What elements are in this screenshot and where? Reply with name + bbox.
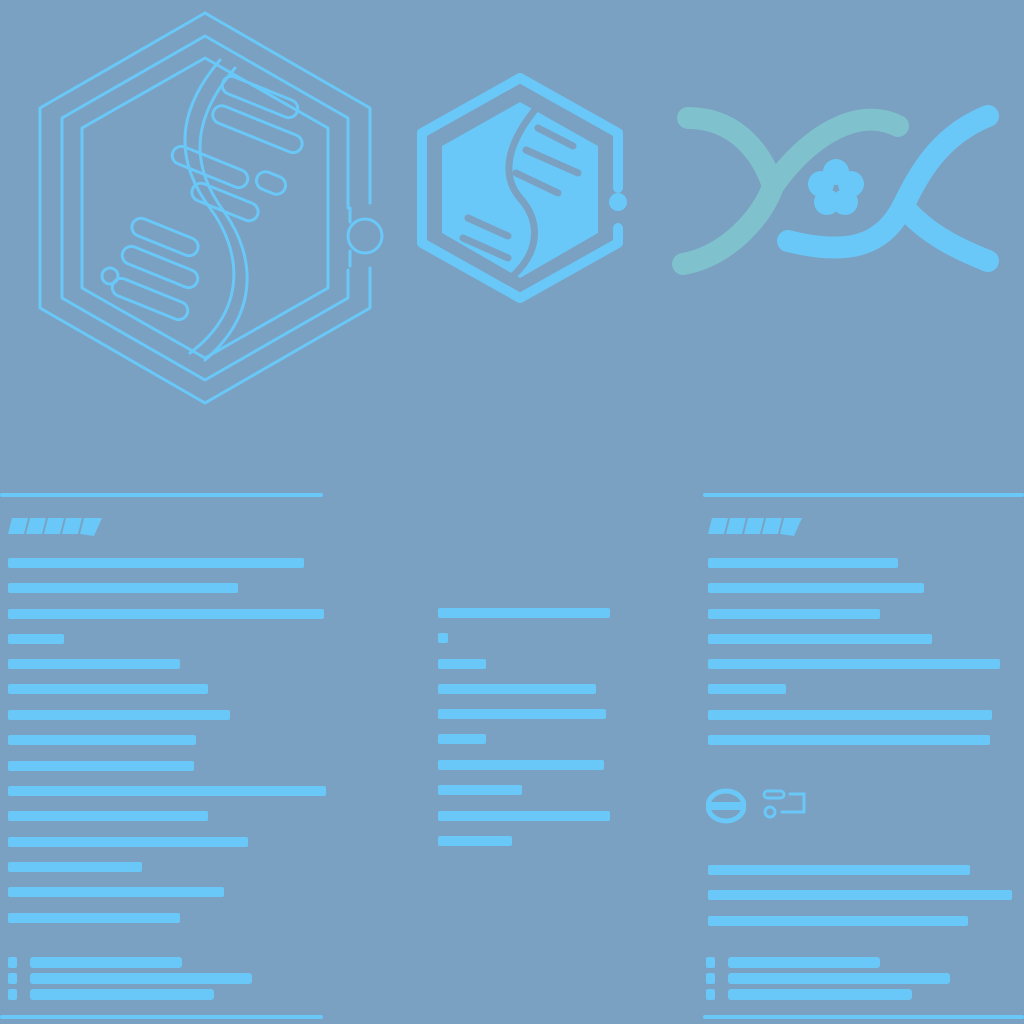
- text-line: [8, 558, 304, 568]
- text-line: [8, 913, 180, 923]
- dna-strand-flower-icon: [668, 96, 1008, 286]
- text-line: [8, 659, 180, 669]
- text-line: [708, 865, 970, 875]
- text-line: [8, 710, 230, 720]
- text-line: [438, 760, 604, 770]
- left-column-text-block: [8, 558, 338, 928]
- text-line: [708, 684, 786, 694]
- text-line: [708, 735, 990, 745]
- dna-hexagon-filled-icon: [408, 68, 633, 308]
- text-line: [708, 609, 880, 619]
- text-line: [8, 735, 196, 745]
- text-line: [708, 659, 1000, 669]
- text-line: [708, 583, 924, 593]
- text-line: [8, 609, 324, 619]
- text-line: [708, 558, 898, 568]
- left-column-top-rule: [0, 493, 323, 497]
- text-line: [8, 811, 208, 821]
- text-line: [438, 633, 448, 643]
- text-line: [8, 837, 248, 847]
- badge-icon: [706, 788, 746, 824]
- text-line: [8, 786, 326, 796]
- text-line: [438, 836, 512, 846]
- text-line: [708, 710, 992, 720]
- text-line: [438, 608, 610, 618]
- dna-hexagon-outline-icon: [20, 8, 390, 408]
- right-column-bottom-rule: [703, 1015, 1024, 1019]
- text-line: [8, 583, 238, 593]
- link-chain-icon: [760, 788, 812, 822]
- text-line: [438, 811, 610, 821]
- text-line: [708, 890, 1012, 900]
- text-line: [8, 887, 224, 897]
- text-line: [708, 916, 968, 926]
- text-line: [438, 684, 596, 694]
- text-line: [8, 862, 142, 872]
- left-column-logo-mark-icon: [8, 514, 103, 538]
- left-column-bar-group: [8, 957, 268, 1007]
- text-line: [8, 684, 208, 694]
- text-line: [438, 659, 486, 669]
- middle-column-text-block: [438, 608, 638, 848]
- right-column-bar-group: [706, 957, 966, 1007]
- text-line: [438, 785, 522, 795]
- right-column-footer-text: [708, 865, 1018, 935]
- text-line: [438, 734, 486, 744]
- text-line: [8, 761, 194, 771]
- right-column-top-rule: [703, 493, 1024, 497]
- text-line: [8, 634, 64, 644]
- left-column-bottom-rule: [0, 1015, 323, 1019]
- right-column-text-block: [708, 558, 1008, 748]
- right-column-logo-mark-icon: [708, 514, 803, 538]
- text-line: [438, 709, 606, 719]
- text-line: [708, 634, 932, 644]
